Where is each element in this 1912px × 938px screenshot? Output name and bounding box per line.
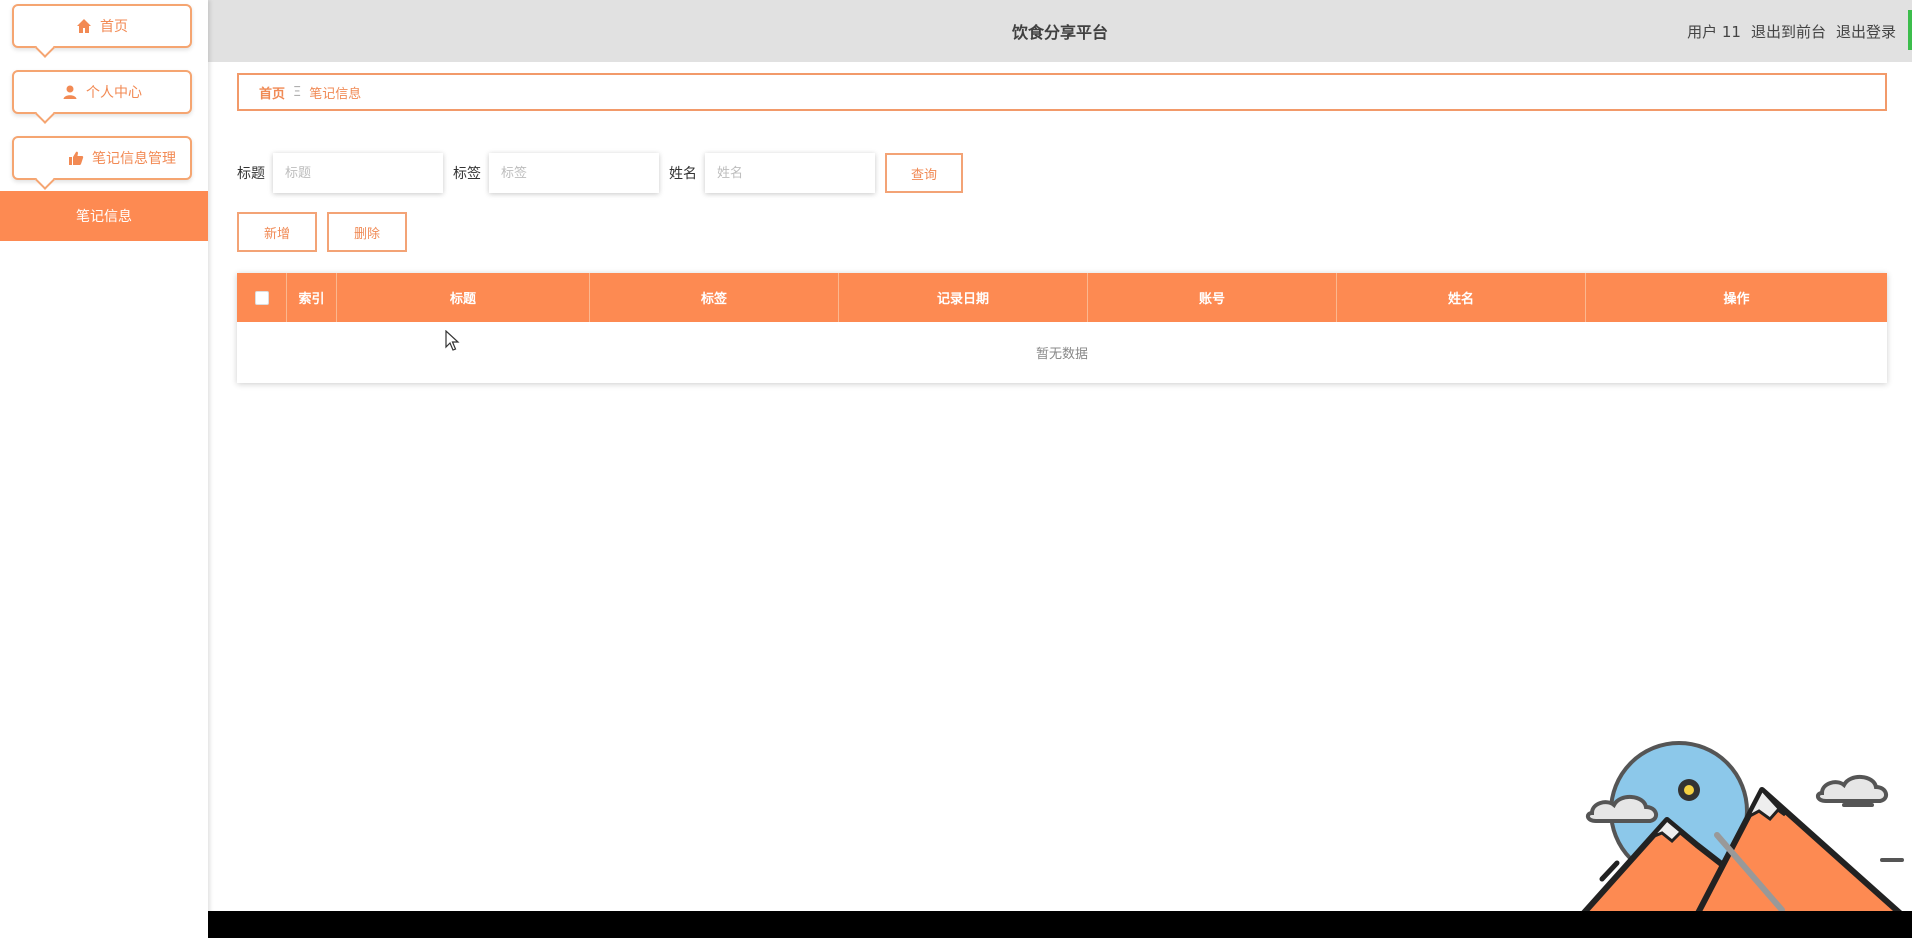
table-header: 索引 标题 标签 记录日期 账号 姓名 操作 — [237, 273, 1887, 322]
name-input[interactable] — [705, 153, 875, 193]
back-to-front-link[interactable]: 退出到前台 — [1751, 21, 1826, 42]
home-icon — [77, 19, 91, 33]
menu-personal-center-label: 个人中心 — [86, 85, 142, 101]
breadcrumb: 首页 Ξ 笔记信息 — [237, 73, 1887, 111]
sidebar: 首页 个人中心 笔记信息管理 笔记信息 — [0, 0, 208, 938]
top-header: 饮食分享平台 用户 11 退出到前台 退出登录 — [208, 0, 1912, 62]
column-date[interactable]: 记录日期 — [839, 273, 1088, 322]
column-tag[interactable]: 标签 — [590, 273, 839, 322]
user-icon — [63, 85, 77, 99]
app-title: 饮食分享平台 — [1011, 23, 1108, 42]
menu-home[interactable]: 首页 — [12, 4, 192, 48]
tag-input[interactable] — [489, 153, 659, 193]
submenu-notes-info[interactable]: 笔记信息 — [0, 191, 208, 241]
breadcrumb-current: 笔记信息 — [309, 86, 362, 102]
bottom-bar — [208, 911, 1912, 938]
user-name: 用户 11 — [1687, 22, 1741, 41]
add-button[interactable]: 新增 — [237, 212, 317, 252]
select-all-checkbox[interactable] — [254, 290, 269, 305]
menu-personal-center[interactable]: 个人中心 — [12, 70, 192, 114]
notes-table: 索引 标题 标签 记录日期 账号 姓名 操作 暂无数据 — [237, 273, 1887, 383]
title-input[interactable] — [273, 153, 443, 193]
breadcrumb-home[interactable]: 首页 — [259, 83, 285, 102]
menu-notes-management-label: 笔记信息管理 — [92, 151, 176, 167]
edge-indicator — [1908, 10, 1912, 50]
breadcrumb-separator: Ξ — [293, 84, 302, 100]
name-label: 姓名 — [669, 166, 697, 182]
mouse-cursor-icon — [445, 330, 460, 351]
column-title[interactable]: 标题 — [337, 273, 590, 322]
mountain-illustration — [1579, 741, 1905, 915]
column-account[interactable]: 账号 — [1088, 273, 1337, 322]
column-name[interactable]: 姓名 — [1337, 273, 1586, 322]
query-button[interactable]: 查询 — [885, 153, 963, 193]
column-operation[interactable]: 操作 — [1586, 273, 1887, 322]
user-actions: 用户 11 退出到前台 退出登录 — [1687, 0, 1896, 62]
delete-button[interactable]: 删除 — [327, 212, 407, 252]
select-all-cell — [237, 273, 287, 322]
menu-notes-management[interactable]: 笔记信息管理 — [12, 136, 192, 180]
tag-label: 标签 — [453, 166, 481, 182]
column-index[interactable]: 索引 — [287, 273, 337, 322]
search-bar: 标题 标签 姓名 查询 — [237, 153, 963, 193]
empty-state: 暂无数据 — [1035, 347, 1088, 362]
menu-home-label: 首页 — [100, 19, 128, 35]
logout-link[interactable]: 退出登录 — [1836, 21, 1896, 42]
action-bar: 新增 删除 — [237, 212, 407, 252]
title-label: 标题 — [237, 166, 265, 182]
thumb-icon — [69, 151, 84, 165]
